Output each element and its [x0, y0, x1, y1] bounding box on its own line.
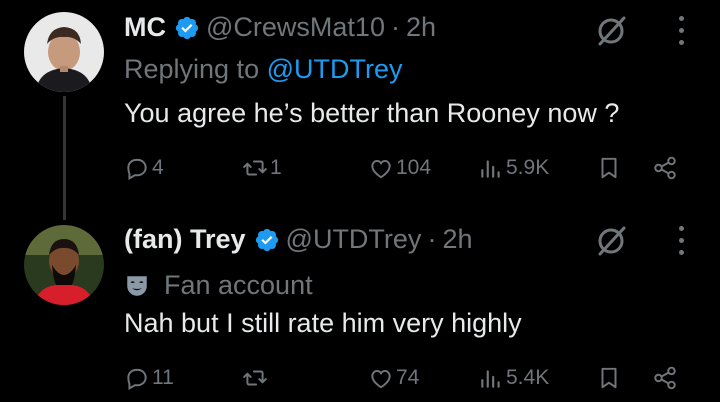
tweet-actions: 11 74 5.4K: [124, 365, 684, 395]
user-handle[interactable]: @CrewsMat10: [206, 12, 385, 43]
share-button[interactable]: [652, 155, 678, 181]
fan-account-label: Fan account: [124, 270, 313, 301]
more-icon[interactable]: [674, 12, 688, 48]
views-button[interactable]: 5.4K: [478, 365, 549, 391]
display-name[interactable]: (fan) Trey: [124, 224, 246, 255]
separator-dot: ·: [427, 224, 437, 254]
views-count: 5.4K: [506, 366, 550, 389]
replying-to: Replying to @UTDTrey: [124, 54, 403, 85]
share-icon: [654, 366, 676, 390]
replying-prefix: Replying to: [124, 54, 267, 84]
tweet-text: Nah but I still rate him very highly: [124, 308, 522, 338]
like-icon: [371, 159, 391, 179]
tweet[interactable]: (fan) Trey @UTDTrey · 2h Fan account Nah…: [0, 210, 720, 402]
verified-badge-icon[interactable]: [174, 15, 200, 41]
retweet-button[interactable]: 1: [242, 155, 282, 181]
retweet-count: 1: [270, 156, 282, 179]
bookmark-icon: [601, 367, 617, 389]
bookmark-button[interactable]: [596, 155, 622, 181]
timestamp[interactable]: 2h: [406, 12, 436, 43]
bookmark-icon: [601, 157, 617, 179]
retweet-icon: [243, 160, 267, 176]
display-name[interactable]: MC: [124, 12, 166, 43]
grok-icon[interactable]: [594, 224, 628, 258]
bookmark-button[interactable]: [596, 365, 622, 391]
timestamp[interactable]: 2h: [442, 224, 472, 255]
reply-button[interactable]: 4: [124, 155, 164, 181]
user-handle[interactable]: @UTDTrey: [286, 224, 422, 255]
like-count: 104: [396, 156, 432, 179]
views-icon: [481, 160, 500, 178]
views-button[interactable]: 5.9K: [478, 155, 549, 181]
like-icon: [371, 369, 391, 389]
more-icon[interactable]: [674, 222, 688, 258]
separator-dot: ·: [390, 12, 400, 42]
retweet-icon: [243, 370, 267, 386]
like-button[interactable]: 74: [368, 365, 419, 391]
tweet-actions: 4 1 104 5.9K: [124, 155, 684, 185]
views-icon: [481, 370, 500, 388]
thread-connector-line: [63, 96, 66, 220]
share-button[interactable]: [652, 365, 678, 391]
reply-icon: [127, 368, 147, 390]
avatar[interactable]: [24, 12, 104, 92]
views-count: 5.9K: [506, 156, 550, 179]
avatar[interactable]: [24, 225, 104, 305]
tweet[interactable]: MC @CrewsMat10 · 2h Replying to @UTDTrey…: [0, 0, 720, 220]
like-button[interactable]: 104: [368, 155, 431, 181]
fan-mask-icon: [127, 275, 147, 296]
retweet-button[interactable]: [242, 365, 270, 391]
reply-button[interactable]: 11: [124, 365, 174, 391]
verified-badge-icon[interactable]: [254, 227, 280, 253]
share-icon: [654, 156, 676, 180]
grok-icon[interactable]: [594, 14, 628, 48]
reply-count: 4: [152, 156, 164, 179]
like-count: 74: [396, 366, 420, 389]
replying-mention-link[interactable]: @UTDTrey: [267, 54, 403, 84]
tweet-text: You agree he’s better than Rooney now ?: [124, 98, 620, 128]
fan-account-text: Fan account: [164, 270, 313, 300]
reply-count: 11: [152, 366, 174, 389]
reply-icon: [127, 158, 147, 180]
